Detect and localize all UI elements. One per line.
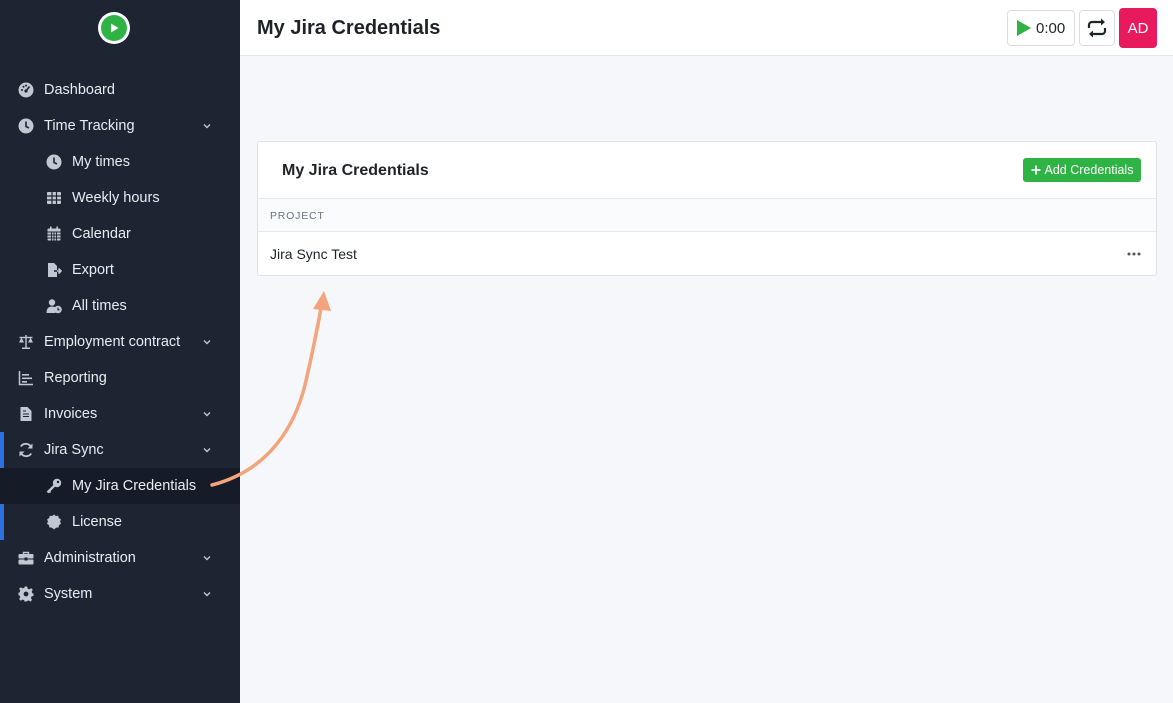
table-icon <box>46 190 62 206</box>
sidebar-item-label: Reporting <box>44 370 107 386</box>
chart-icon <box>18 370 34 386</box>
play-logo-icon <box>101 15 127 41</box>
project-cell: Jira Sync Test <box>270 246 357 262</box>
sidebar-item-label: All times <box>72 298 127 314</box>
page-title: My Jira Credentials <box>257 17 441 39</box>
credentials-card: My Jira Credentials Add Credentials PROJ… <box>257 141 1157 276</box>
top-header: My Jira Credentials 0:00 AD <box>240 0 1173 56</box>
dashboard-icon <box>18 82 34 98</box>
timer-display: 0:00 <box>1036 19 1066 37</box>
sidebar-item-label: Time Tracking <box>44 118 135 134</box>
chevron-down-icon <box>203 124 211 129</box>
annotation-arrow <box>210 291 331 487</box>
add-credentials-button[interactable]: Add Credentials <box>1023 158 1141 182</box>
play-icon <box>1017 20 1031 36</box>
toolbox-icon <box>18 550 34 566</box>
sidebar-item-label: System <box>44 586 93 602</box>
sidebar-item-label: Calendar <box>72 226 131 242</box>
sync-button[interactable] <box>1079 10 1115 46</box>
user-avatar[interactable]: AD <box>1119 8 1157 48</box>
sidebar-item-weekly-hours[interactable]: Weekly hours <box>0 180 240 216</box>
scale-icon <box>18 334 34 350</box>
app-logo[interactable] <box>98 12 130 44</box>
sidebar-item-calendar[interactable]: Calendar <box>0 216 240 252</box>
sidebar-item-label: Employment contract <box>44 334 181 350</box>
sidebar-item-label: License <box>72 514 122 530</box>
sidebar-item-export[interactable]: Export <box>0 252 240 288</box>
plus-icon <box>1031 165 1041 175</box>
sidebar-item-label: Administration <box>44 550 136 566</box>
key-icon <box>46 478 62 494</box>
sidebar-item-license[interactable]: License <box>0 504 240 540</box>
file-invoice-icon <box>18 406 34 422</box>
gear-icon <box>18 586 34 602</box>
sidebar-item-label: Dashboard <box>44 82 115 98</box>
clock-icon <box>18 118 34 134</box>
sidebar-item-administration[interactable]: Administration <box>0 540 240 576</box>
sidebar-item-dashboard[interactable]: Dashboard <box>0 72 240 108</box>
calendar-icon <box>46 226 62 242</box>
sidebar-item-label: My Jira Credentials <box>72 478 197 494</box>
sidebar-item-label: Invoices <box>44 406 98 422</box>
clock-icon <box>46 154 62 170</box>
export-icon <box>46 262 62 278</box>
column-header-project: PROJECT <box>270 210 325 222</box>
sidebar-item-label: Export <box>72 262 114 278</box>
sidebar-item-time-tracking[interactable]: Time Tracking <box>0 108 240 144</box>
start-timer-button[interactable]: 0:00 <box>1007 10 1075 46</box>
add-credentials-label: Add Credentials <box>1044 163 1134 177</box>
sidebar-item-label: Weekly hours <box>72 190 160 206</box>
table-row[interactable]: Jira Sync Test <box>258 232 1156 276</box>
sidebar-item-label: Jira Sync <box>44 442 104 458</box>
sidebar-item-system[interactable]: System <box>0 576 240 612</box>
table-header: PROJECT <box>258 198 1156 232</box>
users-clock-icon <box>46 298 62 314</box>
repeat-icon <box>1087 18 1107 38</box>
card-title: My Jira Credentials <box>282 162 429 179</box>
sync-icon <box>18 442 34 458</box>
chevron-down-icon <box>203 592 211 597</box>
more-actions-icon[interactable] <box>1124 244 1144 264</box>
sidebar-item-my-times[interactable]: My times <box>0 144 240 180</box>
sidebar-item-label: My times <box>72 154 130 170</box>
badge-icon <box>46 514 62 530</box>
chevron-down-icon <box>203 556 211 561</box>
